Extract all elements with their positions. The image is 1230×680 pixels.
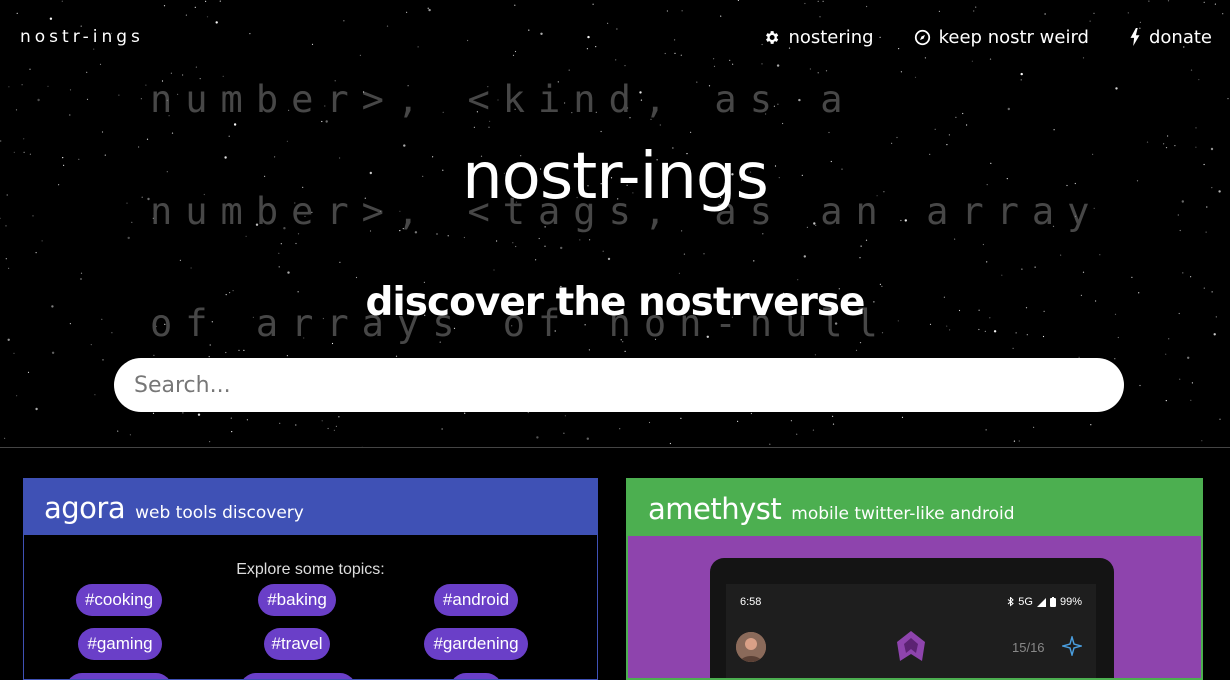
card-preview: Explore some topics: #cooking #baking #a…	[24, 535, 597, 679]
phone-screen: 6:58 5G 99% 15/16	[726, 584, 1096, 678]
nav-link-label: nostering	[788, 26, 874, 48]
hero-divider	[0, 447, 1230, 448]
card-description: web tools discovery	[135, 503, 304, 523]
app-card-amethyst[interactable]: amethyst mobile twitter-like android 6:5…	[626, 478, 1203, 680]
topic-chip-travel[interactable]: #travel	[264, 628, 330, 660]
top-navbar: nostr-ings nostering keep nostr weird do…	[0, 0, 1230, 74]
card-preview: 6:58 5G 99% 15/16	[628, 536, 1201, 678]
lightning-icon	[1130, 28, 1140, 46]
nav-links: nostering keep nostr weird donate	[763, 27, 1212, 48]
topic-chip-android[interactable]: #android	[434, 584, 518, 616]
topic-chip-cooking[interactable]: #cooking	[76, 584, 162, 616]
phone-mockup: 6:58 5G 99% 15/16	[710, 558, 1114, 678]
topic-chip-gaming[interactable]: #gaming	[78, 628, 162, 660]
signal-icon	[1036, 597, 1046, 607]
topic-chip-baking[interactable]: #baking	[258, 584, 336, 616]
hero-subtitle: discover the nostrverse	[365, 280, 866, 325]
card-header: agora web tools discovery	[24, 479, 597, 535]
bluetooth-icon	[1007, 597, 1015, 607]
avatar[interactable]	[736, 632, 766, 662]
topic-chip-gardening[interactable]: #gardening	[424, 628, 528, 660]
battery-icon	[1049, 597, 1056, 607]
topic-chip-partial[interactable]	[240, 673, 356, 679]
sparkle-icon[interactable]	[1062, 636, 1082, 656]
card-header: amethyst mobile twitter-like android	[628, 480, 1201, 536]
feed-counter: 15/16	[1012, 640, 1045, 655]
card-description: mobile twitter-like android	[791, 504, 1015, 524]
card-title[interactable]: amethyst	[648, 492, 782, 526]
nav-link-nostering[interactable]: nostering	[763, 26, 874, 48]
hero-title: nostr-ings	[462, 140, 769, 214]
nav-link-donate[interactable]: donate	[1129, 27, 1212, 48]
compass-icon	[914, 29, 930, 45]
amethyst-logo-icon	[897, 631, 925, 661]
app-card-agora[interactable]: agora web tools discovery Explore some t…	[23, 478, 598, 680]
nav-link-keep-nostr-weird[interactable]: keep nostr weird	[914, 27, 1089, 48]
search-input[interactable]	[114, 358, 1124, 412]
gear-icon	[766, 30, 779, 44]
background-code-text: number>, <kind, as a	[150, 78, 856, 121]
phone-clock: 6:58	[740, 596, 762, 608]
card-title[interactable]: agora	[44, 491, 126, 525]
topic-chip-partial[interactable]	[66, 673, 172, 679]
nav-link-label: donate	[1148, 26, 1212, 48]
avatar-image	[736, 632, 766, 662]
explore-topics-label: Explore some topics:	[236, 561, 385, 578]
hero-section: nostr-ings nostering keep nostr weird do…	[0, 0, 1230, 448]
nav-link-label: keep nostr weird	[938, 26, 1089, 48]
topic-chip-partial[interactable]	[450, 673, 502, 679]
brand-logo[interactable]: nostr-ings	[20, 27, 144, 47]
phone-status-bar: 5G 99%	[1007, 596, 1082, 608]
battery-level: 99%	[1059, 596, 1082, 608]
network-label: 5G	[1018, 596, 1033, 608]
